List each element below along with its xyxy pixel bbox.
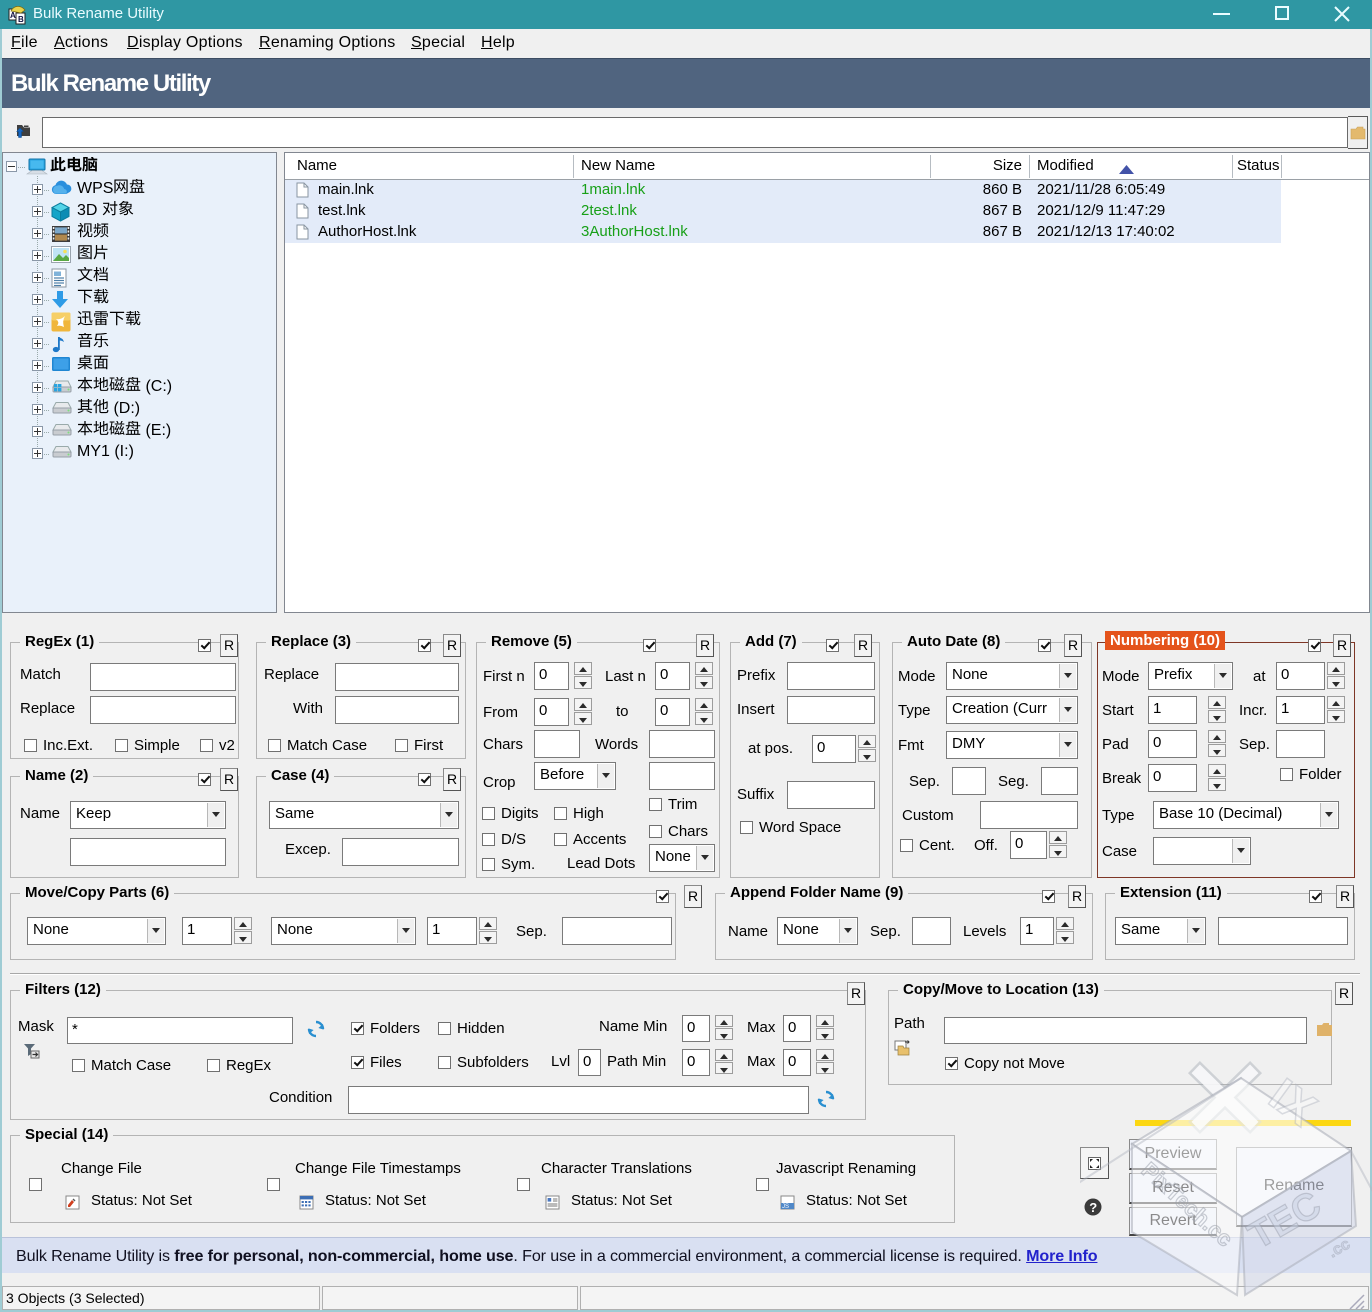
svg-text:A: A [10, 11, 16, 20]
svg-text:B: B [18, 15, 24, 24]
svg-text:JS: JS [782, 1204, 789, 1210]
